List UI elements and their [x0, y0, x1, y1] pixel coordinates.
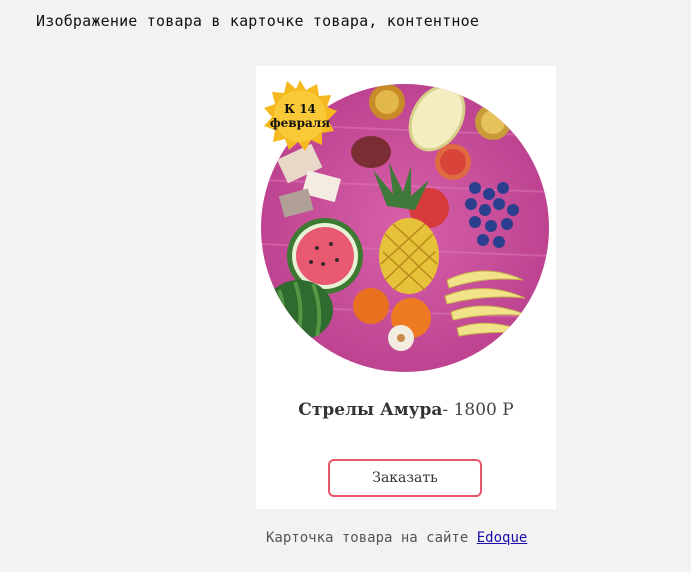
promo-badge: К 14 февраля: [262, 78, 338, 154]
product-title-row: Стрелы Амура- 1800 Р: [256, 400, 556, 420]
badge-text: К 14 февраля: [262, 78, 338, 154]
plum: [351, 136, 391, 168]
order-button[interactable]: Заказать: [328, 459, 482, 497]
badge-line-1: К 14: [284, 102, 316, 116]
badge-line-2: февраля: [269, 116, 331, 130]
edoque-link[interactable]: Edoque: [477, 530, 528, 546]
page-heading: Изображение товара в карточке товара, ко…: [36, 12, 480, 30]
product-name[interactable]: Стрелы Амура: [298, 400, 442, 420]
footer-note: Карточка товара на сайте Edoque: [266, 530, 527, 546]
persimmon: [353, 288, 389, 324]
footer-text: Карточка товара на сайте: [266, 530, 469, 546]
product-card: К 14 февраля Стрелы Амура- 1800 Р Заказа…: [256, 66, 556, 509]
product-price: - 1800 Р: [442, 400, 514, 420]
